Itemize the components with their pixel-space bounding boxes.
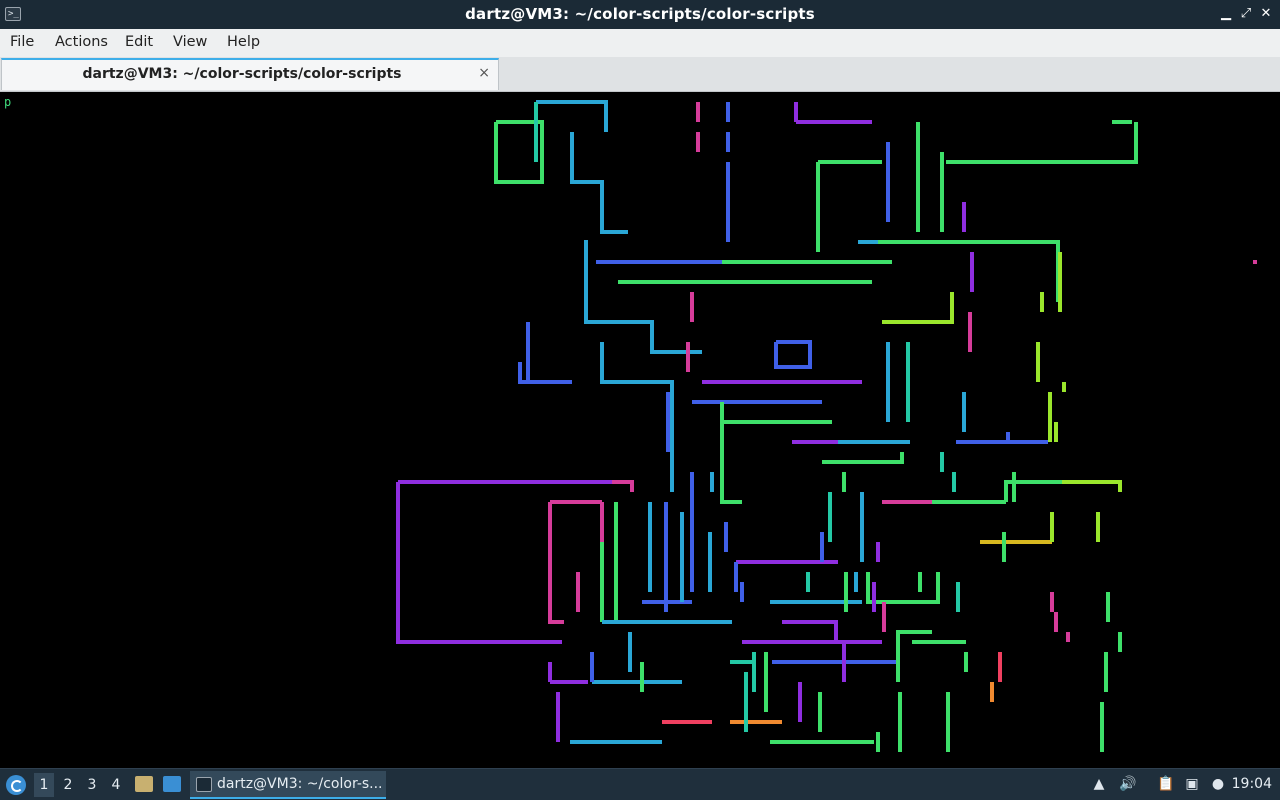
workspace-3[interactable]: 3 (82, 777, 102, 793)
pipe-segment (774, 340, 812, 369)
pipe-segment (584, 240, 702, 354)
pipe-segment (882, 292, 954, 324)
tab-terminal[interactable]: dartz@VM3: ~/color-scripts/color-scripts… (1, 58, 499, 90)
pipe-segment (822, 452, 904, 464)
pipe-segment (526, 322, 572, 384)
pipe-segment (1062, 480, 1122, 492)
pipe-dot (1253, 260, 1257, 264)
window-title: dartz@VM3: ~/color-scripts/color-scripts (465, 5, 815, 23)
pipe-segment (548, 502, 564, 624)
terminal-view[interactable]: p (2, 92, 1278, 766)
pipe-segment (570, 132, 628, 234)
menu-actions[interactable]: Actions (55, 34, 108, 50)
pipe-segment (720, 422, 742, 504)
network-icon[interactable]: ▣ (1184, 776, 1200, 792)
pipe-segment (866, 572, 940, 604)
pipe-segment (878, 240, 1060, 302)
menu-edit[interactable]: Edit (125, 34, 153, 50)
update-icon[interactable]: ● (1210, 776, 1226, 792)
tab-bar: dartz@VM3: ~/color-scripts/color-scripts… (0, 57, 1280, 92)
show-desktop-icon[interactable] (163, 776, 181, 792)
scroll-up-icon[interactable]: ▲ (1091, 776, 1107, 792)
tab-label: dartz@VM3: ~/color-scripts/color-scripts (82, 66, 402, 82)
clipboard-icon[interactable]: 📋 (1157, 776, 1174, 792)
task-label: dartz@VM3: ~/color-s... (217, 776, 383, 792)
file-manager-icon[interactable] (135, 776, 153, 792)
menu-view[interactable]: View (173, 34, 207, 50)
clock: 19:04 (1231, 776, 1272, 792)
pipe-segment (600, 342, 674, 492)
terminal-task-icon (196, 777, 212, 792)
close-window-button[interactable]: ✕ (1258, 6, 1274, 22)
pipe-segment (396, 482, 562, 644)
menu-file[interactable]: File (10, 34, 34, 50)
pipe-segment (782, 620, 838, 642)
workspace-1[interactable]: 1 (34, 773, 54, 797)
maximize-button[interactable]: ⤢ (1238, 6, 1254, 22)
menu-bar: File Actions Edit View Help (0, 29, 1280, 58)
minimize-button[interactable]: ▁ (1218, 6, 1234, 22)
workspace-4[interactable]: 4 (106, 777, 126, 793)
pipes-animation (396, 100, 1257, 752)
pipe-segment (896, 630, 932, 682)
menu-help[interactable]: Help (227, 34, 260, 50)
taskbar: 1 2 3 4 dartz@VM3: ~/color-s... ▲ 🔊 📋 ▣ … (0, 768, 1280, 800)
workspace-2[interactable]: 2 (58, 777, 78, 793)
pipe-segment (536, 100, 608, 132)
volume-icon[interactable]: 🔊 (1119, 776, 1136, 792)
window-titlebar: >_ dartz@VM3: ~/color-scripts/color-scri… (0, 0, 1280, 29)
pipe-segment (946, 122, 1138, 164)
tab-close-icon[interactable]: × (478, 65, 490, 81)
pipe-segment (612, 480, 634, 492)
taskbar-task-terminal[interactable]: dartz@VM3: ~/color-s... (190, 771, 386, 799)
start-menu-icon[interactable] (6, 775, 26, 795)
